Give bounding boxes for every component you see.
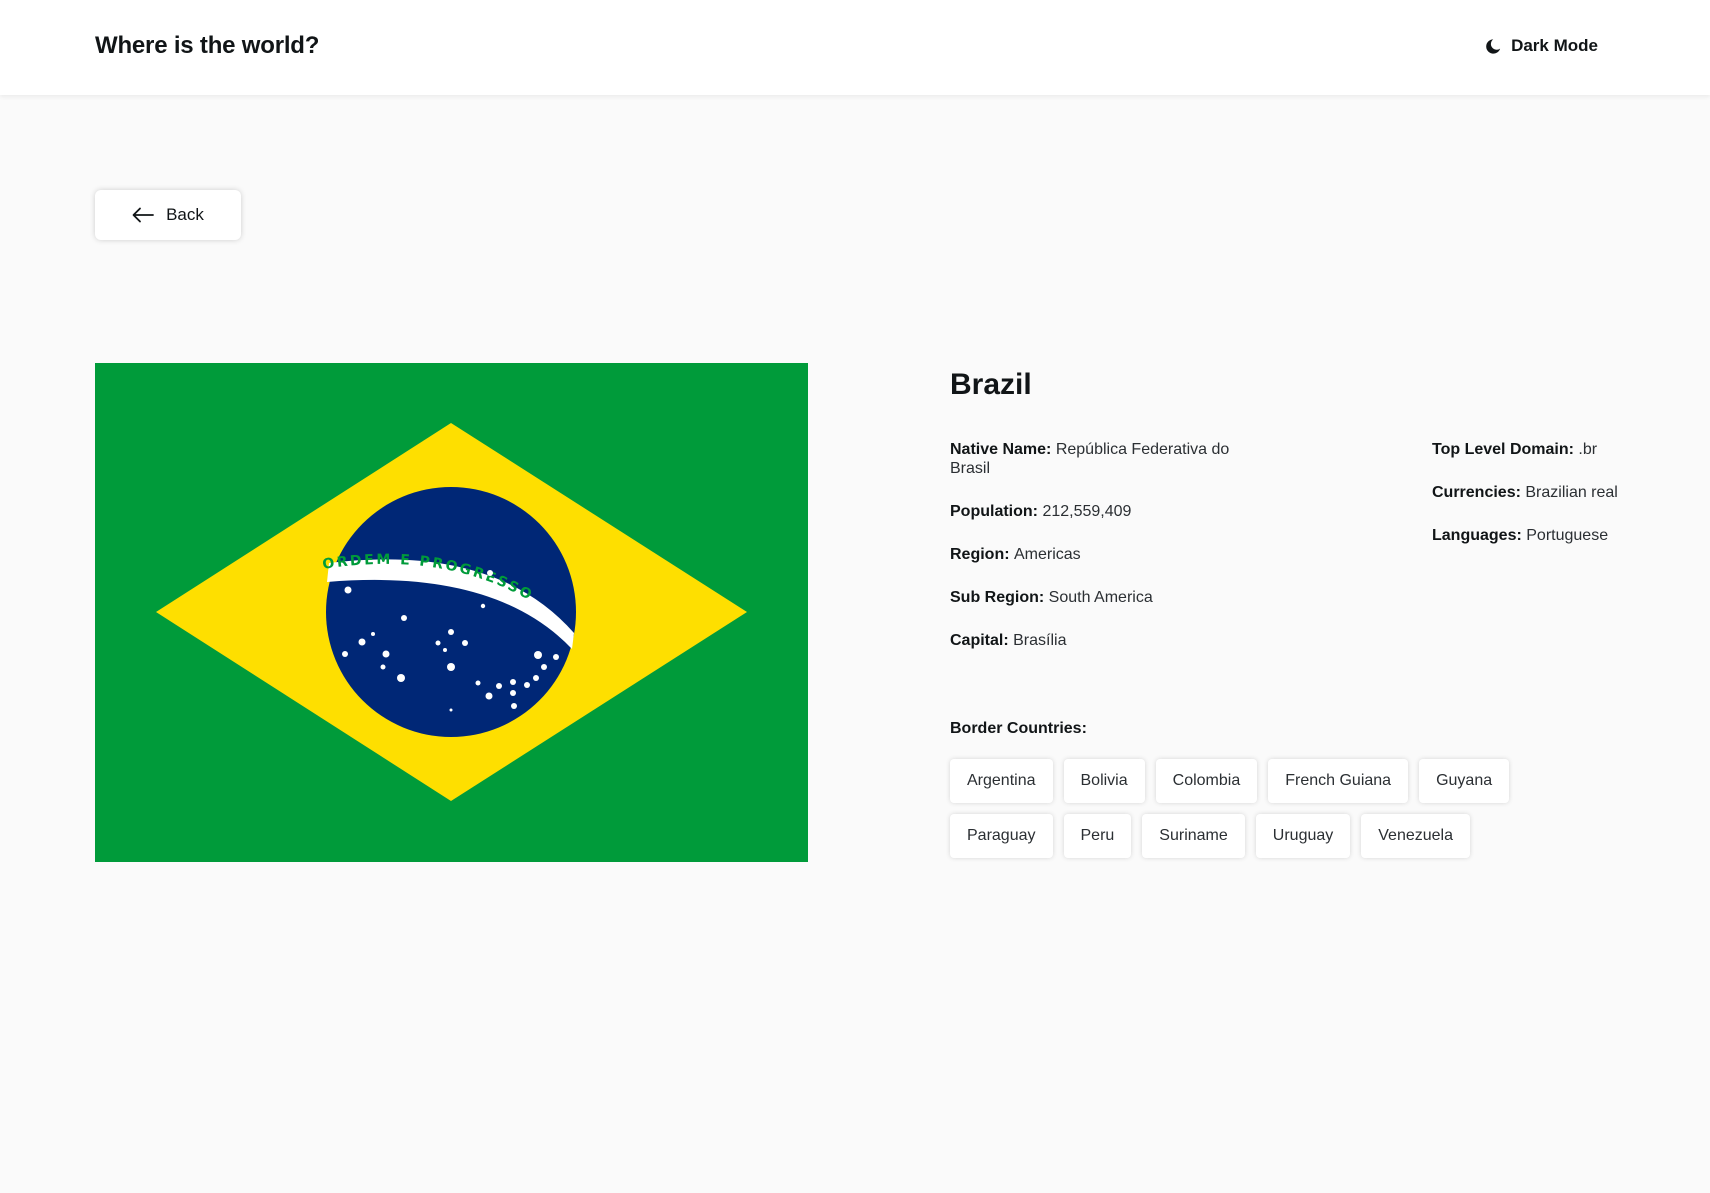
dark-mode-toggle[interactable]: Dark Mode	[1484, 36, 1598, 56]
country-info: Native Name: República Federativa do Bra…	[950, 440, 1670, 690]
field-value: 212,559,409	[1042, 503, 1132, 520]
country-details: Brazil Native Name: República Federativa…	[950, 368, 1670, 858]
border-country-chip[interactable]: Paraguay	[950, 814, 1053, 858]
back-button-label: Back	[166, 205, 204, 224]
field-label: Capital:	[950, 632, 1009, 649]
border-countries-list: Argentina Bolivia Colombia French Guiana…	[950, 759, 1570, 858]
border-countries-title: Border Countries:	[950, 720, 1087, 737]
currencies-field: Currencies: Brazilian real	[1432, 483, 1672, 502]
country-name: Brazil	[950, 368, 1032, 401]
country-flag: ORDEM E PROGRESSO	[95, 363, 808, 862]
border-country-chip[interactable]: Argentina	[950, 759, 1053, 803]
population-field: Population: 212,559,409	[950, 502, 1250, 521]
info-column-right: Top Level Domain: .br Currencies: Brazil…	[1432, 440, 1672, 569]
field-label: Region:	[950, 546, 1010, 563]
field-value: Americas	[1014, 546, 1081, 563]
field-label: Currencies:	[1432, 484, 1521, 501]
border-country-chip[interactable]: Suriname	[1142, 814, 1245, 858]
border-country-chip[interactable]: Peru	[1063, 814, 1132, 858]
field-label: Sub Region:	[950, 589, 1045, 606]
top-level-domain-field: Top Level Domain: .br	[1432, 440, 1672, 459]
border-country-chip[interactable]: Colombia	[1155, 759, 1258, 803]
field-value: South America	[1048, 589, 1153, 606]
field-label: Population:	[950, 503, 1038, 520]
field-label: Languages:	[1432, 527, 1522, 544]
native-name-field: Native Name: República Federativa do Bra…	[950, 440, 1250, 478]
field-label: Native Name:	[950, 441, 1052, 458]
capital-field: Capital: Brasília	[950, 631, 1250, 650]
arrow-left-icon	[132, 207, 154, 223]
border-country-chip[interactable]: Bolivia	[1063, 759, 1145, 803]
field-value: .br	[1578, 441, 1598, 458]
dark-mode-label: Dark Mode	[1511, 36, 1598, 55]
moon-icon	[1486, 38, 1501, 54]
field-value: Brasília	[1013, 632, 1067, 649]
field-label: Top Level Domain:	[1432, 441, 1574, 458]
languages-field: Languages: Portuguese	[1432, 526, 1672, 545]
border-country-chip[interactable]: Uruguay	[1255, 814, 1351, 858]
border-country-chip[interactable]: French Guiana	[1268, 759, 1409, 803]
app-title: Where is the world?	[95, 32, 320, 59]
field-value: Brazilian real	[1525, 484, 1618, 501]
back-button[interactable]: Back	[95, 190, 241, 240]
top-bar: Where is the world? Dark Mode	[0, 0, 1710, 95]
border-country-chip[interactable]: Venezuela	[1361, 814, 1470, 858]
info-column-left: Native Name: República Federativa do Bra…	[950, 440, 1250, 674]
region-field: Region: Americas	[950, 545, 1250, 564]
sub-region-field: Sub Region: South America	[950, 588, 1250, 607]
border-country-chip[interactable]: Guyana	[1419, 759, 1510, 803]
field-value: Portuguese	[1526, 527, 1609, 544]
